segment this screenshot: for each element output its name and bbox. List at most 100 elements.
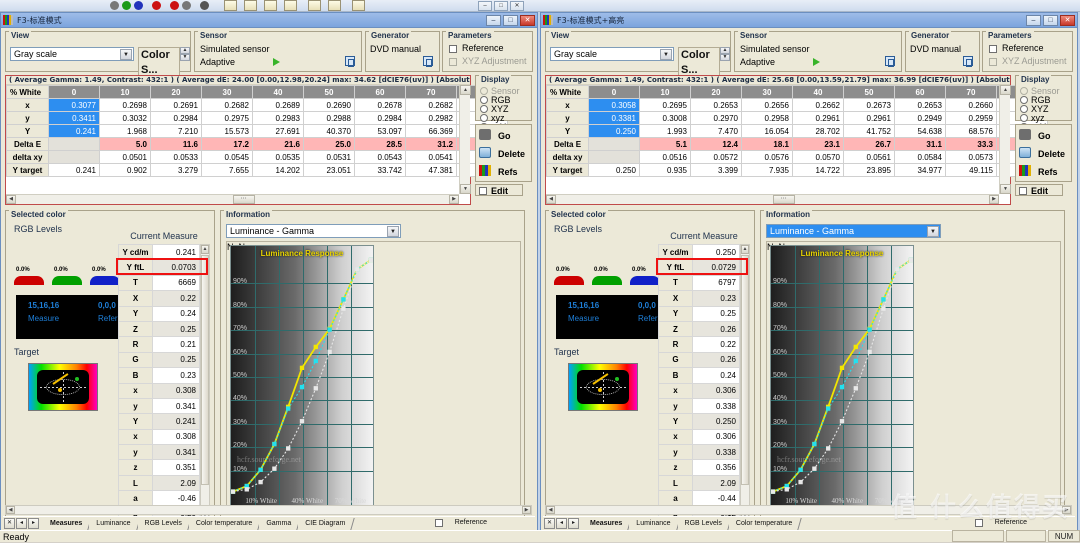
table-cell[interactable]: 7.935: [741, 163, 793, 177]
table-cell[interactable]: 0.0531: [303, 150, 355, 164]
measure-scrollbar[interactable]: ▲ ▼: [740, 244, 750, 521]
table-cell[interactable]: 0.3381: [588, 111, 640, 125]
table-col-header[interactable]: 20: [690, 85, 742, 99]
table-cell[interactable]: [48, 150, 100, 164]
table-cell[interactable]: 0.2653: [894, 98, 946, 112]
table-cell[interactable]: 0.2988: [303, 111, 355, 125]
information-view-select[interactable]: Luminance - Gamma ▼: [766, 224, 941, 238]
toolbar-gray2-icon[interactable]: [182, 1, 191, 10]
generator-config-icon[interactable]: [423, 56, 433, 67]
edit-panel[interactable]: Edit: [1015, 184, 1063, 196]
measure-scroll-thumb[interactable]: [201, 255, 209, 485]
xyz-adjustment-checkbox[interactable]: [449, 58, 457, 66]
measurement-table[interactable]: % White01020304050607080x0.30770.26980.2…: [6, 85, 508, 177]
table-cell[interactable]: 0.0535: [252, 150, 304, 164]
edit-checkbox[interactable]: [1019, 187, 1027, 195]
view-tabs[interactable]: Measures Luminance RGB Levels Color tempera…: [43, 517, 353, 530]
stepper-down[interactable]: ▼: [180, 54, 190, 61]
chevron-down-icon[interactable]: ▼: [120, 49, 132, 60]
table-col-header[interactable]: 0: [588, 85, 640, 99]
table-vertical-scrollbar[interactable]: ▲ ▼: [459, 85, 471, 194]
display-radio-sensor[interactable]: [480, 87, 488, 95]
table-cell[interactable]: 34.977: [894, 163, 946, 177]
display-radio-rgb[interactable]: [480, 96, 488, 104]
window-scroll-right-icon[interactable]: ▶: [522, 506, 531, 514]
mdi-close-button[interactable]: ✕: [510, 1, 524, 11]
table-cell[interactable]: 18.1: [741, 137, 793, 151]
table-cell[interactable]: 0.0584: [894, 150, 946, 164]
scroll-up-arrow-icon[interactable]: ▲: [1000, 85, 1011, 95]
window-horizontal-scrollbar[interactable]: ◀ ▶: [5, 505, 532, 515]
table-cell[interactable]: 53.097: [354, 124, 406, 138]
table-cell[interactable]: 7.655: [201, 163, 253, 177]
current-measure-table[interactable]: Y cd/m 0.250 Y ftL 0.0729 T 6797 X 0.23 Y 0.25 Z 0.…: [658, 243, 740, 538]
table-cell[interactable]: 28.702: [792, 124, 844, 138]
table-col-header[interactable]: 30: [741, 85, 793, 99]
table-cell[interactable]: 47.381: [405, 163, 457, 177]
table-cell[interactable]: 31.1: [894, 137, 946, 151]
table-horizontal-scrollbar[interactable]: ◀ ⋯ ▶: [546, 194, 999, 204]
table-cell[interactable]: 0.250: [588, 163, 640, 177]
table-cell[interactable]: 0.2660: [945, 98, 997, 112]
table-cell[interactable]: 23.895: [843, 163, 895, 177]
table-row[interactable]: Delta E5.011.617.221.625.028.531.230.9: [6, 137, 508, 151]
table-cell[interactable]: 0.0501: [99, 150, 151, 164]
information-view-select[interactable]: Luminance - Gamma ▼: [226, 224, 401, 238]
action-go-button[interactable]: Go: [498, 131, 511, 141]
table-cell[interactable]: 0.2984: [354, 111, 406, 125]
table-cell[interactable]: 0.3032: [99, 111, 151, 125]
table-cell[interactable]: 0.3058: [588, 98, 640, 112]
table-cell[interactable]: [48, 137, 100, 151]
edit-checkbox[interactable]: [479, 187, 487, 195]
window-scroll-right-icon[interactable]: ▶: [1062, 506, 1071, 514]
table-col-header[interactable]: 60: [894, 85, 946, 99]
table-col-header[interactable]: 60: [354, 85, 406, 99]
table-row[interactable]: Y 0.250 1.993 7.470 16.054 28.702 41.752 54.638…: [546, 124, 1048, 138]
tab-luminance[interactable]: Luminance: [629, 518, 678, 530]
window-scroll-left-icon[interactable]: ◀: [6, 506, 15, 514]
view-mode-select[interactable]: Gray scale ▼: [550, 47, 674, 61]
table-cell[interactable]: 7.470: [690, 124, 742, 138]
table-cell[interactable]: 0.2982: [405, 111, 457, 125]
table-cell[interactable]: 0.935: [639, 163, 691, 177]
tab-nav-0[interactable]: ✕: [544, 518, 555, 529]
table-cell[interactable]: 0.250: [588, 124, 640, 138]
tab-luminance[interactable]: Luminance: [89, 518, 138, 530]
sensor-config-icon[interactable]: [885, 56, 895, 67]
tab-navigation[interactable]: ✕ ◂ ▸: [4, 518, 39, 529]
scroll-right-arrow-icon[interactable]: ▶: [989, 195, 999, 204]
window-horizontal-scrollbar[interactable]: ◀ ▶: [545, 505, 1072, 515]
table-cell[interactable]: 0.0545: [201, 150, 253, 164]
table-row[interactable]: x 0.3058 0.2695 0.2653 0.2656 0.2662 0.2673 0.2…: [546, 98, 1048, 112]
measure-scroll-up-icon[interactable]: ▲: [201, 245, 209, 254]
table-horizontal-scrollbar[interactable]: ◀ ⋯ ▶: [6, 194, 459, 204]
display-radio-xyz[interactable]: [1020, 114, 1028, 122]
measure-scroll-thumb[interactable]: [741, 255, 749, 485]
play-triangle-icon[interactable]: [813, 58, 820, 66]
mdi-restore-button[interactable]: □: [494, 1, 508, 11]
tab-nav-1[interactable]: ◂: [556, 518, 567, 529]
table-cell[interactable]: 0.2673: [843, 98, 895, 112]
table-cell[interactable]: 26.7: [843, 137, 895, 151]
table-cell[interactable]: 49.115: [945, 163, 997, 177]
display-radio-xyz[interactable]: [480, 105, 488, 113]
table-cell[interactable]: 25.0: [303, 137, 355, 151]
scroll-down-arrow-icon[interactable]: ▼: [460, 184, 471, 194]
scroll-up-arrow-icon[interactable]: ▲: [460, 85, 471, 95]
title-bar[interactable]: F3-标准模式 – □ ✕: [1, 13, 537, 28]
reference-checkbox[interactable]: [989, 45, 997, 53]
tab-nav-0[interactable]: ✕: [4, 518, 15, 529]
table-cell[interactable]: 1.968: [99, 124, 151, 138]
table-col-header[interactable]: 70: [405, 85, 457, 99]
table-cell[interactable]: 0.2656: [741, 98, 793, 112]
table-cell[interactable]: 0.2984: [150, 111, 202, 125]
toolbar-window-button-6[interactable]: [328, 0, 341, 11]
reference-checkbox[interactable]: [449, 45, 457, 53]
toolbar-blue-icon[interactable]: [134, 1, 143, 10]
table-cell[interactable]: 0.2961: [792, 111, 844, 125]
table-row[interactable]: delta xy 0.0516 0.0572 0.0576 0.0570 0.0561 0.…: [546, 150, 1048, 164]
cie-target-diagram[interactable]: [28, 363, 98, 411]
tab-color-temperature[interactable]: Color temperature: [188, 518, 260, 530]
action-delete-button[interactable]: Delete: [1038, 149, 1065, 159]
bottom-reference-checkbox[interactable]: [435, 519, 443, 527]
